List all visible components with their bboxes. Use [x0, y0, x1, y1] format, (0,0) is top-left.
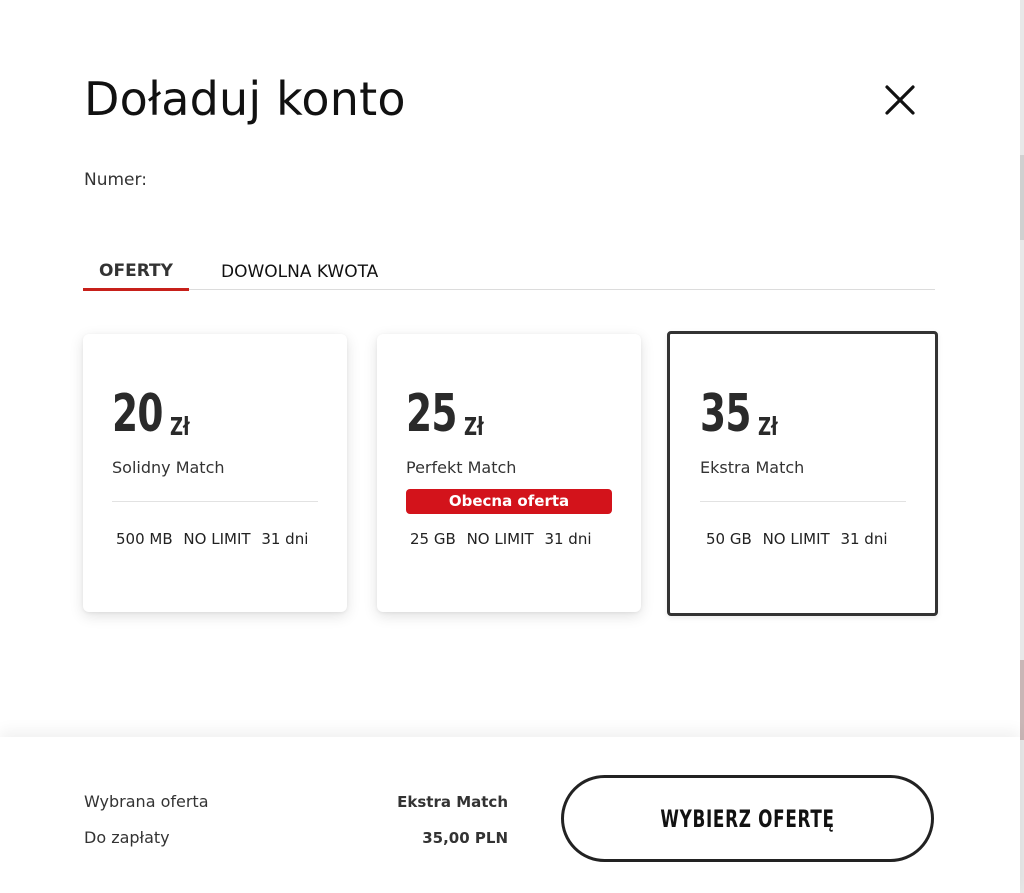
background-edge-mark [1020, 155, 1024, 240]
payment-value: 35,00 PLN [422, 829, 508, 847]
offer-card-solidny-match[interactable]: 20 Zł Solidny Match 500 MB NO LIMIT 31 d… [83, 334, 347, 612]
background-edge-mark [1020, 660, 1024, 740]
tab-offers[interactable]: OFERTY [83, 248, 189, 291]
offer-amount: 35 [700, 384, 751, 444]
tab-custom-amount[interactable]: DOWOLNA KWOTA [221, 248, 411, 290]
offer-currency: Zł [170, 412, 190, 441]
offer-divider [112, 501, 318, 502]
offer-tabs: OFERTY DOWOLNA KWOTA [83, 248, 935, 291]
feature-validity: 31 dni [261, 530, 309, 548]
select-offer-button-label: WYBIERZ OFERTĘ [660, 804, 835, 833]
close-icon [885, 85, 915, 115]
select-offer-button[interactable]: WYBIERZ OFERTĘ [561, 775, 934, 862]
summary-footer: Wybrana oferta Ekstra Match Do zapłaty 3… [0, 737, 1020, 893]
offer-amount: 20 [112, 384, 163, 444]
dialog-title: Doładuj konto [84, 72, 406, 126]
feature-data: 50 GB [706, 530, 752, 548]
offer-name: Ekstra Match [700, 458, 805, 477]
feature-data: 500 MB [116, 530, 173, 548]
payment-label: Do zapłaty [84, 828, 170, 847]
offer-amount: 25 [406, 384, 457, 444]
offer-name: Perfekt Match [406, 458, 517, 477]
feature-calls: NO LIMIT [183, 530, 251, 548]
background-edge [1020, 0, 1024, 893]
offer-price: 20 Zł [112, 388, 197, 440]
feature-validity: 31 dni [544, 530, 592, 548]
offer-price: 35 Zł [700, 388, 785, 440]
feature-data: 25 GB [410, 530, 456, 548]
offer-currency: Zł [758, 412, 778, 441]
offer-features: 500 MB NO LIMIT 31 dni [116, 530, 314, 548]
offer-features: 25 GB NO LIMIT 31 dni [410, 530, 598, 548]
offer-price: 25 Zł [406, 388, 491, 440]
tabs-divider [83, 289, 935, 290]
current-offer-badge: Obecna oferta [406, 489, 612, 514]
offer-features: 50 GB NO LIMIT 31 dni [706, 530, 894, 548]
feature-calls: NO LIMIT [762, 530, 830, 548]
selected-offer-label: Wybrana oferta [84, 792, 209, 811]
selected-offer-value: Ekstra Match [397, 793, 508, 811]
offer-divider [700, 501, 906, 502]
offer-card-perfekt-match[interactable]: 25 Zł Perfekt Match Obecna oferta 25 GB … [377, 334, 641, 612]
offer-currency: Zł [464, 412, 484, 441]
top-up-dialog: Doładuj konto Numer: OFERTY DOWOLNA KWOT… [0, 0, 1020, 893]
number-label: Numer: [84, 170, 147, 190]
feature-validity: 31 dni [840, 530, 888, 548]
feature-calls: NO LIMIT [466, 530, 534, 548]
offer-card-ekstra-match[interactable]: 35 Zł Ekstra Match 50 GB NO LIMIT 31 dni [667, 331, 938, 616]
close-button[interactable] [880, 80, 920, 120]
offer-name: Solidny Match [112, 458, 225, 477]
